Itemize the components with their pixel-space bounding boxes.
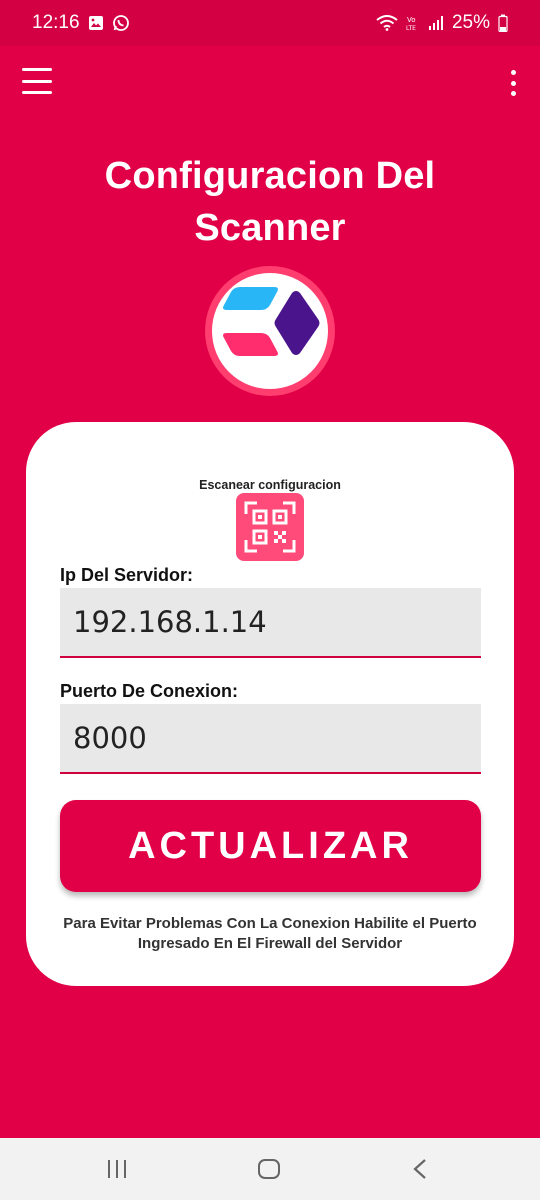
system-nav-bar <box>0 1138 540 1200</box>
hamburger-menu-icon[interactable] <box>22 68 52 94</box>
scan-config-label: Escanear configuracion <box>199 478 341 492</box>
help-text: Para Evitar Problemas Con La Conexion Ha… <box>46 914 494 954</box>
wifi-icon <box>376 15 398 31</box>
config-card: Escanear configuracion Ip Del Servidor: … <box>26 422 514 986</box>
port-label: Puerto De Conexion: <box>60 681 239 701</box>
battery-icon <box>498 14 508 32</box>
svg-text:Vo: Vo <box>407 16 416 24</box>
page-title: Configuracion Del Scanner <box>0 150 540 254</box>
qr-code-icon <box>244 501 296 553</box>
gallery-icon <box>88 15 104 31</box>
status-right: Vo LTE 25% <box>376 12 508 34</box>
logo-inner <box>212 273 328 389</box>
whatsapp-icon <box>112 14 130 32</box>
recent-apps-icon[interactable] <box>106 1158 128 1185</box>
app-toolbar <box>0 60 540 104</box>
status-time: 12:16 <box>32 12 80 33</box>
volte-icon: Vo LTE <box>406 14 420 32</box>
update-button[interactable]: ACTUALIZAR <box>60 800 481 892</box>
signal-icon <box>428 15 444 31</box>
home-icon[interactable] <box>257 1158 281 1185</box>
battery-percent: 25% <box>451 12 490 33</box>
status-left: 12:16 <box>32 12 130 34</box>
help-text-line1: Para Evitar Problemas Con La Conexion Ha… <box>63 915 477 932</box>
page-title-line2: Scanner <box>194 207 346 249</box>
logo-shapes-icon <box>223 287 320 356</box>
port-input[interactable] <box>73 721 468 755</box>
port-field[interactable] <box>60 704 481 774</box>
page-title-line1: Configuracion Del <box>104 155 436 197</box>
ip-field[interactable] <box>60 588 481 658</box>
ip-label: Ip Del Servidor: <box>60 565 194 585</box>
more-vert-icon[interactable] <box>508 70 518 96</box>
qr-scan-button[interactable] <box>236 493 304 561</box>
ip-input[interactable] <box>73 605 468 639</box>
back-icon[interactable] <box>410 1158 430 1185</box>
help-text-line2: Ingresado En El Firewall del Servidor <box>137 935 403 952</box>
svg-text:LTE: LTE <box>406 25 416 32</box>
status-bar: 12:16 Vo LTE 25% <box>0 0 540 46</box>
app-logo <box>205 266 335 396</box>
